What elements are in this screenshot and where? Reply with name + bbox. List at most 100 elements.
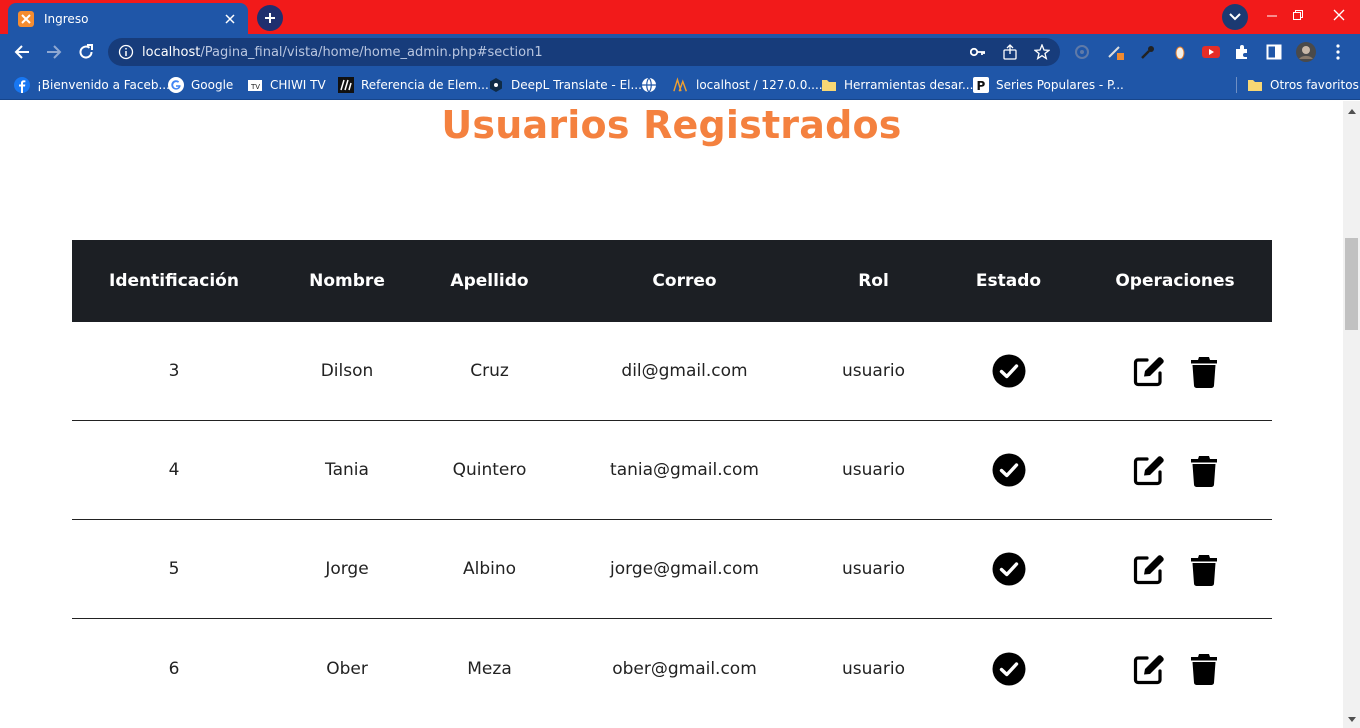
extension-youtube-icon[interactable]	[1201, 42, 1221, 62]
bookmark-label: Herramientas desar...	[844, 78, 974, 92]
bookmark-item[interactable]: P Series Populares - P...	[973, 76, 1124, 94]
url-host: localhost	[142, 44, 201, 60]
cell-rol: usuario	[842, 460, 905, 480]
profile-avatar-icon[interactable]	[1296, 42, 1316, 62]
close-window-button[interactable]	[1324, 0, 1354, 30]
bookmark-label: CHIWI TV	[270, 78, 326, 92]
trash-icon[interactable]	[1190, 652, 1218, 685]
forward-button[interactable]	[42, 40, 66, 64]
xampp-favicon-icon	[18, 10, 34, 27]
page-title: Usuarios Registrados	[441, 103, 902, 147]
restore-button[interactable]	[1283, 0, 1313, 30]
trash-icon[interactable]	[1190, 553, 1218, 586]
cell-operaciones	[1078, 453, 1272, 487]
share-icon[interactable]	[1000, 42, 1020, 62]
bookmark-item[interactable]: DeepL Translate - El...	[488, 76, 642, 94]
menu-kebab-icon[interactable]	[1328, 42, 1348, 62]
bookmark-label: Otros favoritos	[1270, 78, 1359, 92]
address-bar[interactable]: localhost/Pagina_final/vista/home/home_a…	[108, 38, 1060, 66]
cell-nombre: Jorge	[325, 559, 369, 579]
cell-id: 5	[168, 559, 180, 579]
extensions-puzzle-icon[interactable]	[1232, 42, 1252, 62]
cell-operaciones	[1078, 354, 1272, 388]
header-nombre: Nombre	[309, 271, 385, 291]
check-circle-icon	[992, 453, 1025, 487]
bookmark-label: ¡Bienvenido a Faceb...	[37, 78, 170, 92]
cell-correo: jorge@gmail.com	[610, 559, 759, 579]
folder-icon	[821, 77, 837, 93]
page-scrollbar[interactable]	[1343, 101, 1360, 728]
other-bookmarks-folder[interactable]: Otros favoritos	[1247, 76, 1359, 94]
cell-nombre: Ober	[326, 658, 368, 679]
bookmark-item[interactable]: Google	[168, 76, 233, 94]
cell-operaciones	[1078, 552, 1272, 586]
cell-apellido: Cruz	[470, 361, 509, 381]
edit-icon[interactable]	[1132, 453, 1166, 487]
bookmark-item[interactable]: localhost / 127.0.0....	[673, 76, 823, 94]
cell-nombre: Dilson	[320, 361, 374, 381]
extension-drop-icon[interactable]	[1170, 42, 1190, 62]
edit-icon[interactable]	[1132, 552, 1166, 586]
table-row: 6 Ober Meza ober@gmail.com usuario	[72, 619, 1272, 718]
cell-id: 6	[168, 658, 180, 679]
edit-icon[interactable]	[1132, 652, 1166, 686]
new-tab-button[interactable]	[257, 5, 283, 31]
cell-estado	[939, 453, 1078, 487]
cell-apellido: Meza	[467, 658, 512, 679]
cell-id: 4	[168, 460, 180, 480]
close-tab-icon[interactable]	[222, 11, 238, 27]
scroll-down-arrow-icon[interactable]	[1343, 712, 1360, 726]
cell-estado	[939, 354, 1078, 388]
reload-button[interactable]	[74, 40, 98, 64]
cell-correo: dil@gmail.com	[621, 361, 748, 381]
cell-correo: tania@gmail.com	[610, 460, 759, 480]
cell-apellido: Albino	[462, 559, 517, 579]
trash-icon[interactable]	[1190, 355, 1218, 388]
check-circle-icon	[992, 652, 1025, 685]
back-button[interactable]	[10, 40, 34, 64]
edit-icon[interactable]	[1132, 354, 1166, 388]
mdn-icon	[338, 77, 354, 93]
extension-ring-icon[interactable]	[1072, 42, 1092, 62]
header-rol: Rol	[858, 271, 889, 291]
bookmark-item[interactable]: Referencia de Elem...	[338, 76, 489, 94]
bookmark-item[interactable]: Herramientas desar...	[821, 76, 973, 94]
check-circle-icon	[992, 552, 1025, 586]
header-correo: Correo	[652, 271, 717, 291]
key-icon[interactable]	[968, 42, 988, 62]
header-identificacion: Identificación	[109, 271, 239, 291]
bookmark-star-icon[interactable]	[1032, 42, 1052, 62]
bookmark-label: Referencia de Elem...	[361, 78, 489, 92]
check-circle-icon	[992, 354, 1025, 388]
cell-estado	[939, 652, 1078, 686]
globe-icon	[641, 77, 657, 93]
extension-pen-icon[interactable]	[1106, 42, 1126, 62]
bookmark-label: Series Populares - P...	[996, 78, 1124, 92]
bookmark-item[interactable]: ¡Bienvenido a Faceb...	[14, 76, 170, 94]
table-row: 5 Jorge Albino jorge@gmail.com usuario	[72, 520, 1272, 619]
cell-apellido: Quintero	[452, 460, 527, 480]
svg-text:TV: TV	[250, 83, 260, 91]
svg-text:P: P	[977, 79, 986, 93]
scroll-up-arrow-icon[interactable]	[1343, 104, 1360, 118]
users-table: Identificación Nombre Apellido Correo Ro…	[72, 240, 1272, 718]
bookmark-label: Google	[191, 78, 234, 92]
trash-icon[interactable]	[1190, 454, 1218, 487]
table-header: Identificación Nombre Apellido Correo Ro…	[72, 240, 1272, 322]
bookmark-item[interactable]	[641, 76, 664, 94]
deepl-icon	[488, 77, 504, 93]
scrollbar-thumb[interactable]	[1345, 238, 1358, 330]
extension-eyedropper-icon[interactable]	[1138, 42, 1158, 62]
phpmyadmin-icon	[673, 77, 689, 93]
cell-rol: usuario	[842, 361, 905, 381]
cell-rol: usuario	[842, 559, 905, 579]
bookmark-label: localhost / 127.0.0....	[696, 78, 823, 92]
info-icon[interactable]	[118, 44, 134, 60]
tab-search-button[interactable]	[1222, 4, 1248, 30]
side-panel-icon[interactable]	[1264, 42, 1284, 62]
bookmarks-separator	[1236, 77, 1237, 93]
bookmark-label: DeepL Translate - El...	[511, 78, 642, 92]
browser-tab[interactable]: Ingreso	[8, 3, 248, 34]
bookmark-item[interactable]: TV CHIWI TV	[247, 76, 326, 94]
cell-correo: ober@gmail.com	[612, 658, 757, 679]
